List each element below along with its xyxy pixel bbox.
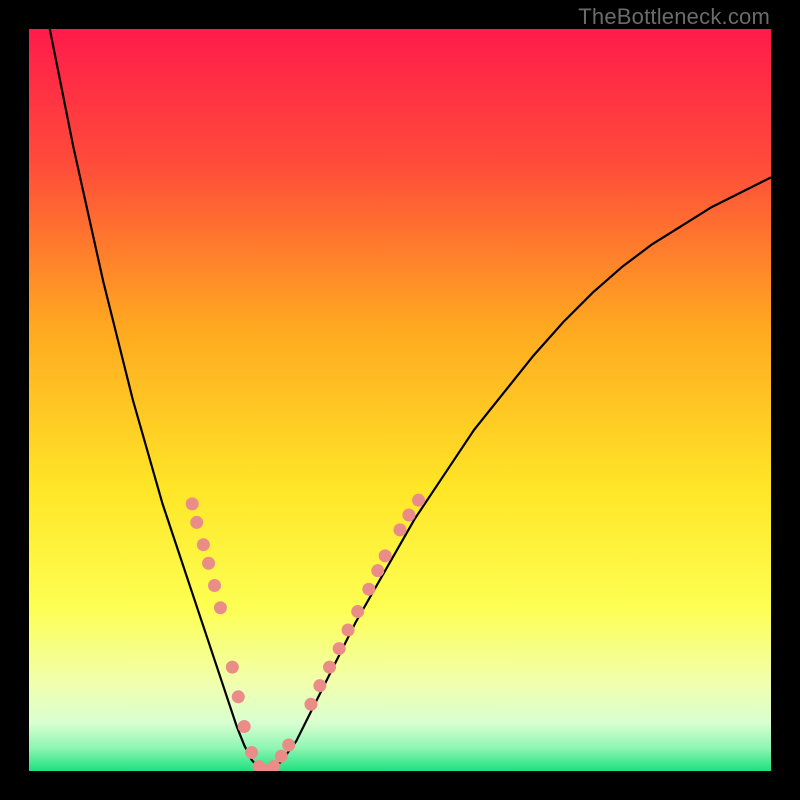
data-marker: [282, 739, 295, 752]
data-marker: [197, 538, 210, 551]
data-marker: [379, 549, 392, 562]
data-marker: [208, 579, 221, 592]
chart-svg: [29, 29, 771, 771]
chart-frame: TheBottleneck.com: [0, 0, 800, 800]
watermark-label: TheBottleneck.com: [578, 4, 770, 30]
data-marker: [323, 661, 336, 674]
data-marker: [362, 583, 375, 596]
data-marker: [333, 642, 346, 655]
data-marker: [186, 497, 199, 510]
data-marker: [214, 601, 227, 614]
data-marker: [226, 661, 239, 674]
data-marker: [275, 750, 288, 763]
data-marker: [190, 516, 203, 529]
data-marker: [313, 679, 326, 692]
data-marker: [412, 494, 425, 507]
data-marker: [394, 523, 407, 536]
data-marker: [342, 624, 355, 637]
data-marker: [304, 698, 317, 711]
gradient-background: [29, 29, 771, 771]
data-marker: [245, 746, 258, 759]
plot-area: [29, 29, 771, 771]
data-marker: [202, 557, 215, 570]
data-marker: [371, 564, 384, 577]
data-marker: [402, 509, 415, 522]
data-marker: [238, 720, 251, 733]
data-marker: [232, 690, 245, 703]
data-marker: [351, 605, 364, 618]
